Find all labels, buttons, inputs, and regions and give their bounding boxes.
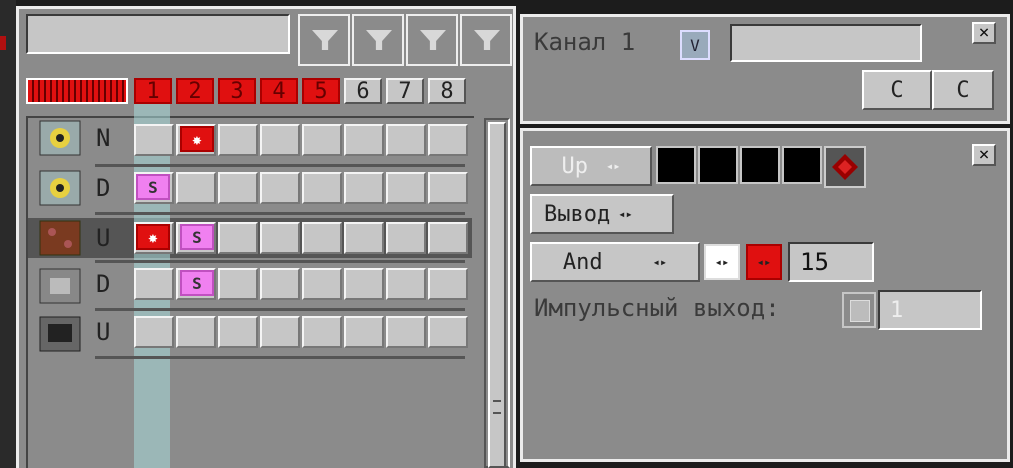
- channel-cell[interactable]: [386, 124, 426, 156]
- channel-cell[interactable]: [302, 316, 342, 348]
- channel-cell[interactable]: [218, 268, 258, 300]
- search-input[interactable]: [26, 14, 290, 54]
- channel-cell[interactable]: [302, 124, 342, 156]
- channel-cell[interactable]: [386, 316, 426, 348]
- channel-cell[interactable]: [260, 316, 300, 348]
- channel-cell[interactable]: [176, 172, 216, 204]
- arrows-icon: ◂▸: [618, 207, 633, 221]
- channel-cell[interactable]: [218, 124, 258, 156]
- scrollbar-thumb[interactable]: [488, 122, 506, 468]
- tab-channel-8[interactable]: 8: [428, 78, 466, 104]
- channel-cell[interactable]: [344, 124, 384, 156]
- channel-cell[interactable]: [260, 268, 300, 300]
- filter-buttons: [296, 12, 514, 68]
- row-divider: [95, 212, 465, 215]
- channel-cell[interactable]: [428, 124, 468, 156]
- row-mode[interactable]: D: [96, 174, 110, 202]
- channel-label: Канал 1: [534, 28, 636, 56]
- channel-cell[interactable]: [428, 316, 468, 348]
- signal-input-mark[interactable]: S: [136, 174, 170, 200]
- channel-cell[interactable]: [344, 172, 384, 204]
- arrows-icon: ◂▸: [606, 159, 621, 173]
- tab-channel-3[interactable]: 3: [218, 78, 256, 104]
- edge-mark: [0, 36, 6, 50]
- channel-cell[interactable]: [134, 268, 174, 300]
- arrows-icon: ◂▸: [652, 255, 668, 269]
- close-icon[interactable]: ×: [972, 144, 996, 166]
- logic-mode-button[interactable]: And ◂▸: [530, 242, 700, 282]
- color-slot-2[interactable]: [698, 146, 738, 184]
- signal-output-mark[interactable]: ✸: [180, 126, 214, 152]
- channel-cell[interactable]: [302, 222, 342, 254]
- row-mode[interactable]: N: [96, 124, 110, 152]
- channel-cell[interactable]: [386, 172, 426, 204]
- tab-channel-6[interactable]: 6: [344, 78, 382, 104]
- toggle-red[interactable]: ◂▸: [746, 244, 782, 280]
- color-slot-4[interactable]: [782, 146, 822, 184]
- row-divider: [95, 164, 465, 167]
- color-slot-1[interactable]: [656, 146, 696, 184]
- color-slot-3[interactable]: [740, 146, 780, 184]
- channel-cell[interactable]: [386, 222, 426, 254]
- channel-cell[interactable]: [260, 124, 300, 156]
- copy-button[interactable]: C: [862, 70, 932, 110]
- row-mode[interactable]: U: [96, 318, 110, 346]
- channel-cell[interactable]: [218, 316, 258, 348]
- impulse-input[interactable]: 1: [878, 290, 982, 330]
- channel-cell[interactable]: [344, 222, 384, 254]
- channel-cell[interactable]: [218, 222, 258, 254]
- channel-cell[interactable]: [134, 124, 174, 156]
- channel-cell[interactable]: [218, 172, 258, 204]
- row-mode[interactable]: D: [96, 270, 110, 298]
- logic-mode-label: And: [562, 249, 603, 275]
- row-divider: [95, 260, 465, 263]
- toggle-white[interactable]: ◂▸: [704, 244, 740, 280]
- channel-cell[interactable]: [428, 268, 468, 300]
- left-edge: [0, 0, 16, 468]
- reactor-icon: [36, 118, 84, 158]
- strength-input[interactable]: 15: [788, 242, 874, 282]
- channel-cell[interactable]: [260, 172, 300, 204]
- channel-cell[interactable]: [260, 222, 300, 254]
- row-mode[interactable]: U: [96, 224, 110, 252]
- output-mode-button[interactable]: Вывод ◂▸: [530, 194, 674, 234]
- impulse-label: Импульсный выход:: [534, 294, 780, 322]
- scrollbar-grip: [493, 400, 501, 414]
- redstone-icon: [824, 146, 866, 188]
- channel-cell[interactable]: [302, 268, 342, 300]
- signal-output-mark[interactable]: ✸: [136, 224, 170, 250]
- channel-cell[interactable]: [428, 222, 468, 254]
- channel-cell[interactable]: [302, 172, 342, 204]
- channel-cell[interactable]: [134, 316, 174, 348]
- channel-cell[interactable]: [428, 172, 468, 204]
- channel-cell[interactable]: [176, 316, 216, 348]
- reactor-icon: [36, 168, 84, 208]
- tab-channel-4[interactable]: 4: [260, 78, 298, 104]
- close-icon[interactable]: ×: [972, 22, 996, 44]
- row-divider: [95, 356, 465, 359]
- tab-channel-5[interactable]: 5: [302, 78, 340, 104]
- row-divider: [95, 308, 465, 311]
- output-mode-label: Вывод: [544, 201, 611, 227]
- impulse-checkbox[interactable]: [842, 292, 876, 328]
- channel-cell[interactable]: [344, 268, 384, 300]
- channel-cell[interactable]: [386, 268, 426, 300]
- tab-channel-1[interactable]: 1: [134, 78, 172, 104]
- computer-icon: [36, 314, 84, 354]
- channel-toggle[interactable]: V: [680, 30, 710, 60]
- tab-channel-2[interactable]: 2: [176, 78, 214, 104]
- direction-up-button[interactable]: Up ◂▸: [530, 146, 652, 186]
- channel-cell[interactable]: [344, 316, 384, 348]
- signal-input-mark[interactable]: S: [180, 224, 214, 250]
- direction-up-label: Up: [561, 153, 589, 179]
- checkbox-inner: [850, 300, 870, 322]
- channel-name-input[interactable]: [730, 24, 922, 62]
- signal-input-mark[interactable]: S: [180, 270, 214, 296]
- machine-icon: [36, 266, 84, 306]
- signal-strength-bar: [26, 78, 128, 104]
- redstone-lamp-icon: [36, 218, 84, 258]
- copy-button-2[interactable]: C: [932, 70, 994, 110]
- tab-channel-7[interactable]: 7: [386, 78, 424, 104]
